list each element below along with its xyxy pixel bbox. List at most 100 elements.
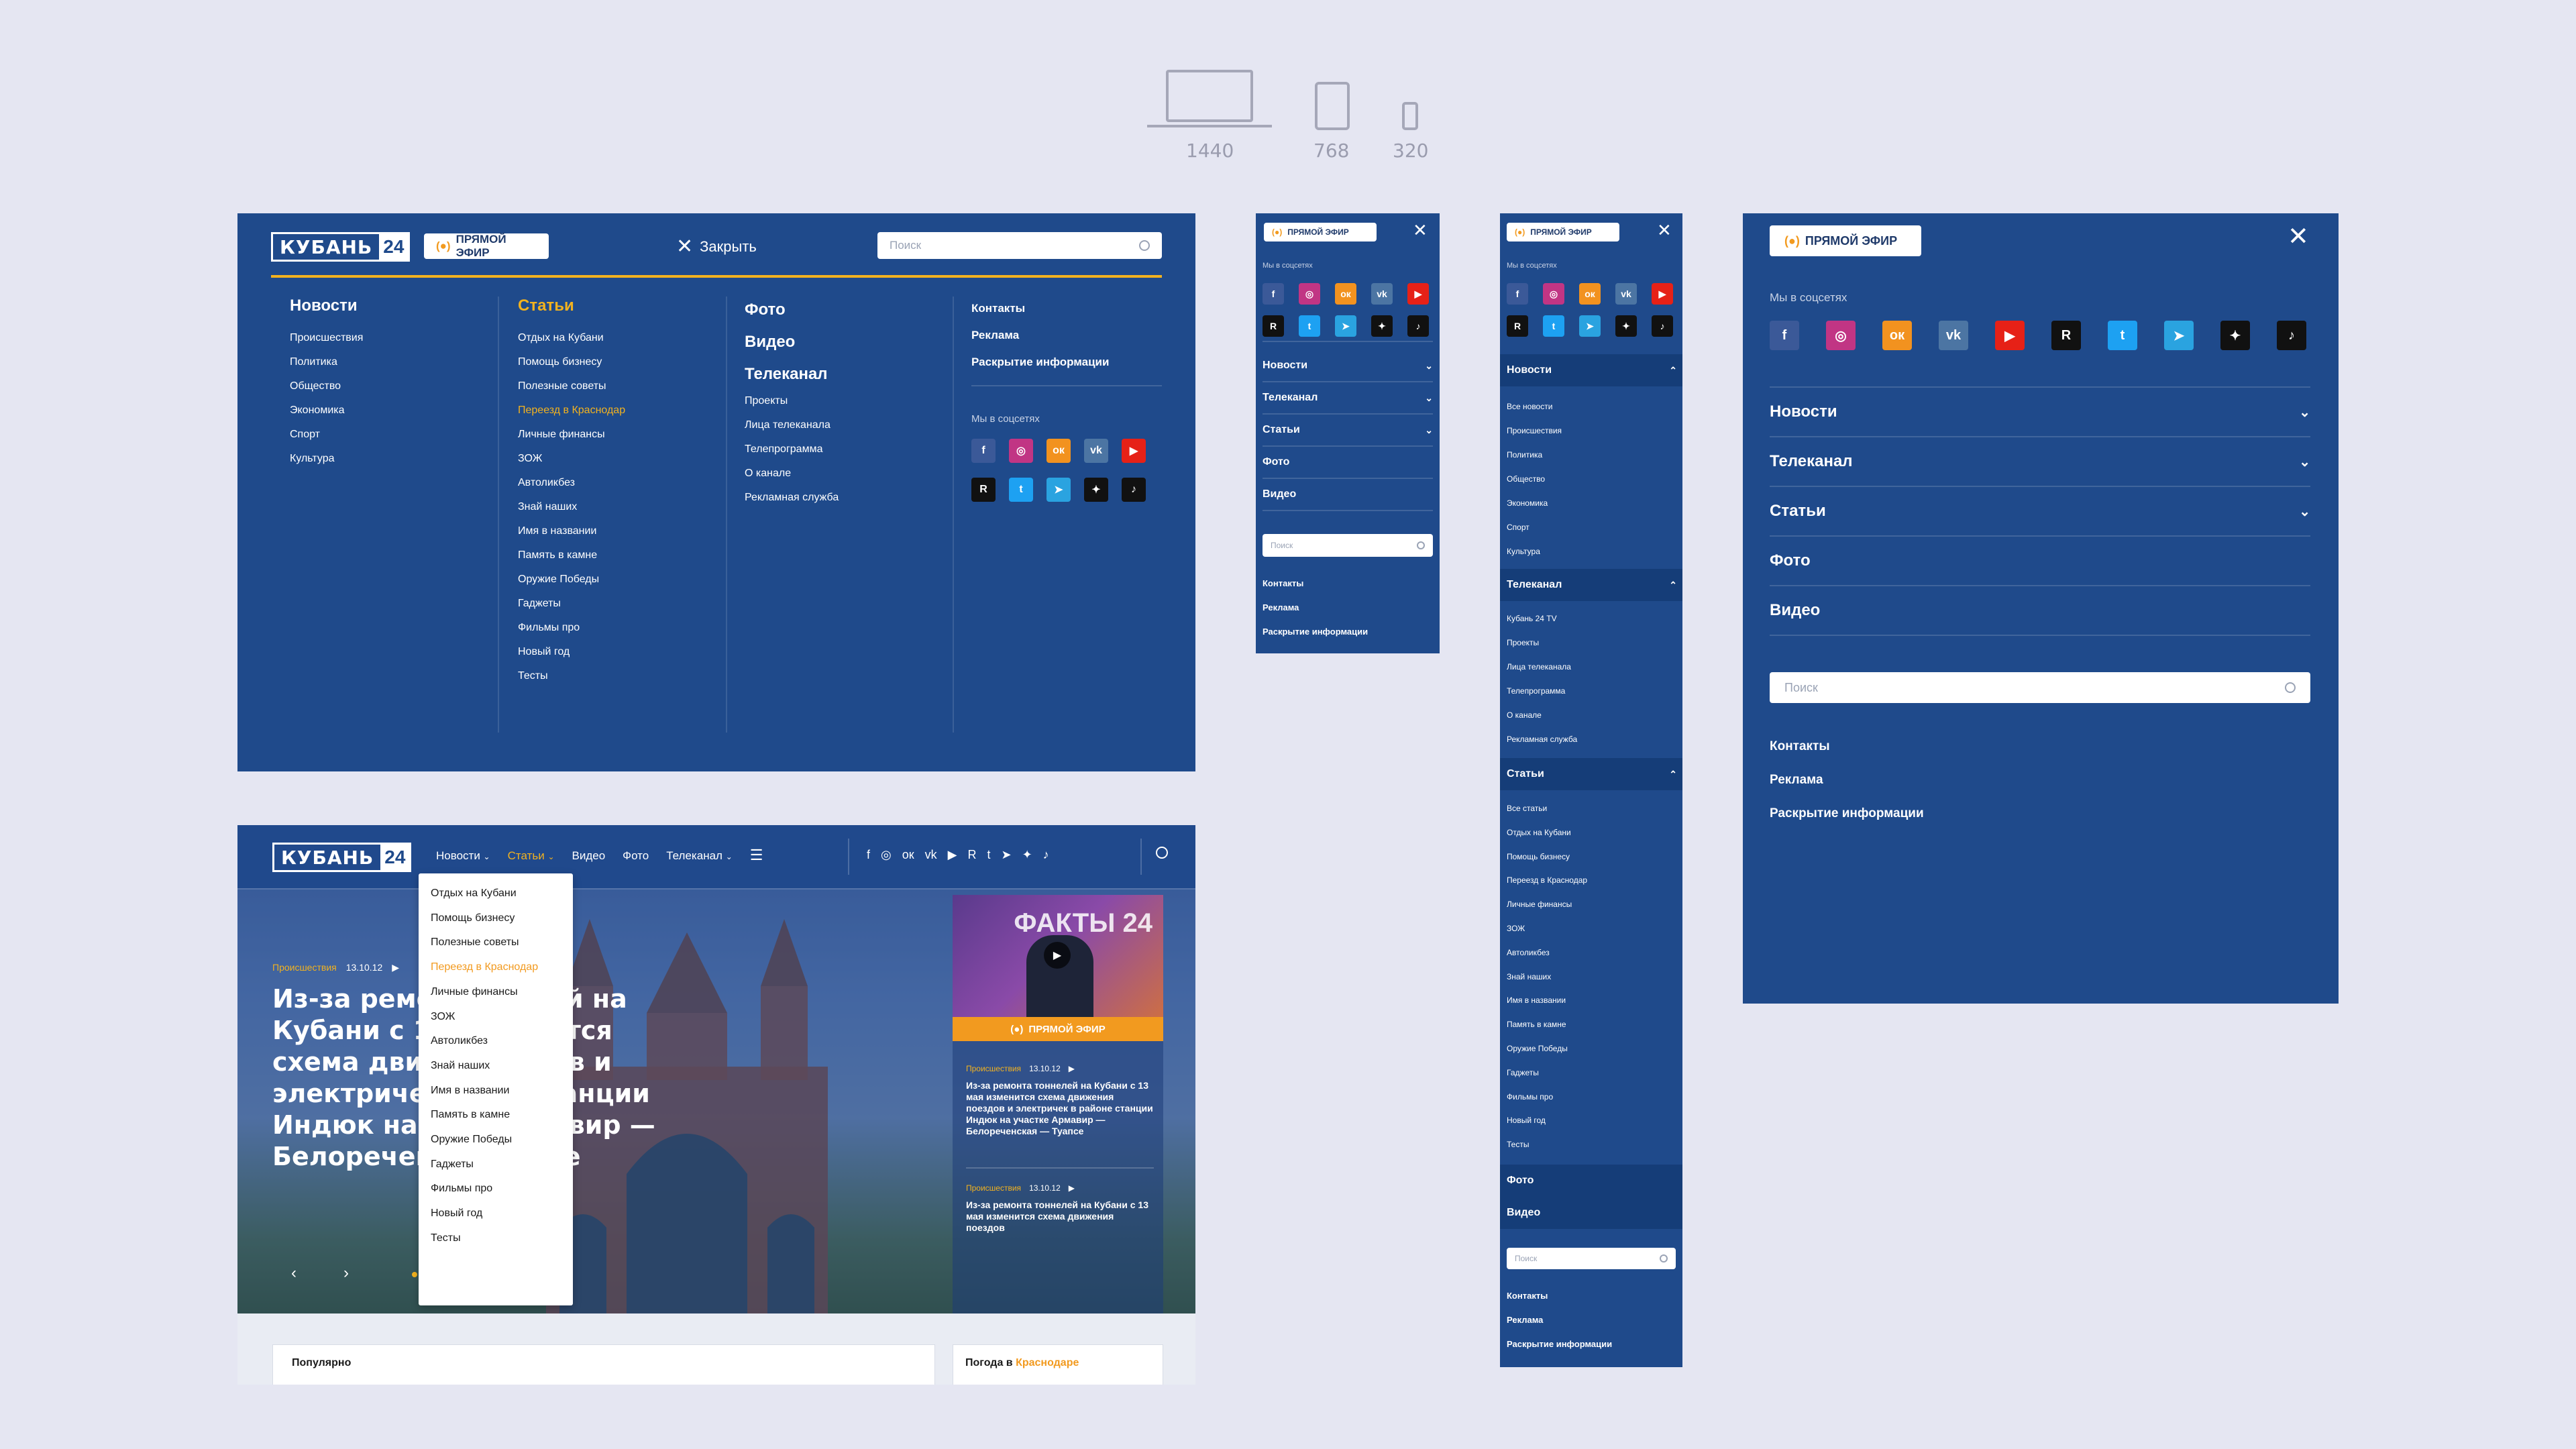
menu-photo[interactable]: Фото [1770, 537, 2310, 586]
menu-item[interactable]: ЗОЖ [518, 447, 625, 471]
rutube-icon[interactable]: R [967, 848, 976, 862]
dropdown-item[interactable]: Помощь бизнесу [431, 906, 561, 931]
menu-photo[interactable]: Фото [1507, 1165, 1534, 1197]
menu-item[interactable]: Рекламная служба [745, 486, 839, 510]
slider-dot[interactable] [412, 1272, 417, 1277]
menu-item[interactable]: Новый год [518, 640, 625, 664]
zen-icon[interactable]: ✦ [2220, 321, 2250, 350]
youtube-icon[interactable]: ▶ [1652, 283, 1673, 305]
submenu-item[interactable]: Отдых на Кубани [1507, 821, 1587, 845]
play-icon[interactable]: ▶ [1044, 942, 1071, 969]
vk-icon[interactable]: vk [1371, 283, 1393, 305]
link-contacts[interactable]: Контакты [1263, 572, 1368, 596]
hero-tag[interactable]: Происшествия [272, 962, 337, 973]
link-ads[interactable]: Реклама [1507, 1308, 1612, 1332]
dropdown-item[interactable]: Новый год [431, 1201, 561, 1226]
menu-video[interactable]: Видео [1770, 586, 2310, 636]
accordion-articles[interactable]: Статьи ⌄ [1263, 415, 1433, 447]
instagram-icon[interactable]: ◎ [881, 848, 892, 862]
menu-item[interactable]: Общество [290, 374, 363, 398]
live-button[interactable]: (●) ПРЯМОЙ ЭФИР [1507, 223, 1619, 241]
submenu-item[interactable]: Фильмы про [1507, 1085, 1587, 1110]
vk-icon[interactable]: vk [925, 848, 937, 862]
submenu-item[interactable]: Политика [1507, 443, 1562, 467]
menu-item[interactable]: Лица телеканала [745, 413, 839, 437]
search-input[interactable]: Поиск [1263, 534, 1433, 557]
menu-item[interactable]: Оружие Победы [518, 568, 625, 592]
odnoklassniki-icon[interactable]: ок [1579, 283, 1601, 305]
phone-icon[interactable] [1402, 102, 1418, 130]
twitter-icon[interactable]: t [2108, 321, 2137, 350]
dropdown-item[interactable]: Полезные советы [431, 930, 561, 955]
hamburger-icon[interactable]: ☰ [750, 848, 763, 863]
menu-item[interactable]: Происшествия [290, 326, 363, 350]
submenu-item[interactable]: Новый год [1507, 1109, 1587, 1133]
submenu-item[interactable]: Помощь бизнесу [1507, 845, 1587, 869]
submenu-item[interactable]: ЗОЖ [1507, 917, 1587, 941]
menu-title-photo[interactable]: Фото [745, 294, 828, 326]
menu-video[interactable]: Видео [1507, 1197, 1540, 1229]
nav-tv[interactable]: Телеканал ⌄ [666, 849, 733, 863]
vk-icon[interactable]: vk [1939, 321, 1968, 350]
submenu-item[interactable]: Происшествия [1507, 419, 1562, 443]
tablet-icon[interactable] [1315, 82, 1350, 130]
menu-item[interactable]: Политика [290, 350, 363, 374]
tiktok-icon[interactable]: ♪ [1652, 315, 1673, 337]
submenu-item[interactable]: Гаджеты [1507, 1061, 1587, 1085]
close-icon[interactable]: ✕ [2288, 224, 2309, 250]
dropdown-item[interactable]: Фильмы про [431, 1177, 561, 1201]
menu-item[interactable]: Помощь бизнесу [518, 350, 625, 374]
submenu-item[interactable]: Спорт [1507, 515, 1562, 539]
side-news-1[interactable]: Происшествия 13.10.12 ▶ Из-за ремонта тонн… [966, 1064, 1154, 1137]
live-button[interactable]: (●) ПРЯМОЙ ЭФИР [1770, 225, 1921, 256]
menu-item[interactable]: Фильмы про [518, 616, 625, 640]
search-input[interactable]: Поиск [877, 232, 1162, 259]
menu-video[interactable]: Видео [1263, 479, 1433, 511]
weather-city[interactable]: Краснодаре [1016, 1357, 1079, 1368]
tiktok-icon[interactable]: ♪ [1122, 478, 1146, 502]
submenu-item[interactable]: Личные финансы [1507, 893, 1587, 917]
menu-item[interactable]: Спорт [290, 423, 363, 447]
hero-title[interactable]: Из-за ремоней на Кубани с 1нится схема д… [272, 983, 943, 1173]
dropdown-item[interactable]: Тесты [431, 1226, 561, 1251]
submenu-item[interactable]: Имя в названии [1507, 989, 1587, 1013]
odnoklassniki-icon[interactable]: ок [1335, 283, 1356, 305]
menu-link-disclosure[interactable]: Раскрытие информации [971, 349, 1109, 376]
link-contacts[interactable]: Контакты [1507, 1284, 1612, 1308]
menu-item[interactable]: Полезные советы [518, 374, 625, 398]
menu-item[interactable]: Память в камне [518, 543, 625, 568]
accordion-news-open[interactable]: Новости ⌃ [1507, 354, 1677, 386]
zen-icon[interactable]: ✦ [1022, 848, 1032, 862]
menu-link-ads[interactable]: Реклама [971, 322, 1109, 349]
submenu-item[interactable]: Память в камне [1507, 1013, 1587, 1037]
submenu-item[interactable]: Тесты [1507, 1133, 1587, 1157]
twitter-icon[interactable]: t [1009, 478, 1033, 502]
submenu-item[interactable]: Знай наших [1507, 965, 1587, 989]
menu-item-active[interactable]: Переезд в Краснодар [518, 398, 625, 423]
nav-photo[interactable]: Фото [623, 849, 649, 863]
link-disclosure[interactable]: Раскрытие информации [1507, 1332, 1612, 1356]
accordion-articles-open[interactable]: Статьи ⌃ [1507, 758, 1677, 790]
rutube-icon[interactable]: R [1507, 315, 1528, 337]
laptop-icon[interactable] [1166, 70, 1253, 122]
logo[interactable]: КУБАНЬ 24 [272, 843, 412, 872]
dropdown-item[interactable]: Отдых на Кубани [431, 881, 561, 906]
telegram-icon[interactable]: ➤ [1335, 315, 1356, 337]
menu-item[interactable]: Автоликбез [518, 471, 625, 495]
menu-item[interactable]: Отдых на Кубани [518, 326, 625, 350]
slider-prev-button[interactable]: ‹ [291, 1264, 297, 1283]
dropdown-item[interactable]: Оружие Победы [431, 1128, 561, 1152]
close-icon[interactable]: ✕ [1657, 221, 1672, 239]
close-icon[interactable]: ✕ [1413, 221, 1428, 239]
submenu-item[interactable]: Лица телеканала [1507, 655, 1577, 679]
menu-title-video[interactable]: Видео [745, 326, 828, 358]
facebook-icon[interactable]: f [1263, 283, 1284, 305]
dropdown-item-active[interactable]: Переезд в Краснодар [431, 955, 561, 980]
live-button[interactable]: (●) ПРЯМОЙ ЭФИР [424, 233, 549, 259]
zen-icon[interactable]: ✦ [1371, 315, 1393, 337]
menu-photo[interactable]: Фото [1263, 447, 1433, 479]
odnoklassniki-icon[interactable]: ок [1046, 439, 1071, 463]
dropdown-item[interactable]: Знай наших [431, 1054, 561, 1079]
search-input[interactable]: Поиск [1507, 1248, 1676, 1269]
zen-icon[interactable]: ✦ [1615, 315, 1637, 337]
